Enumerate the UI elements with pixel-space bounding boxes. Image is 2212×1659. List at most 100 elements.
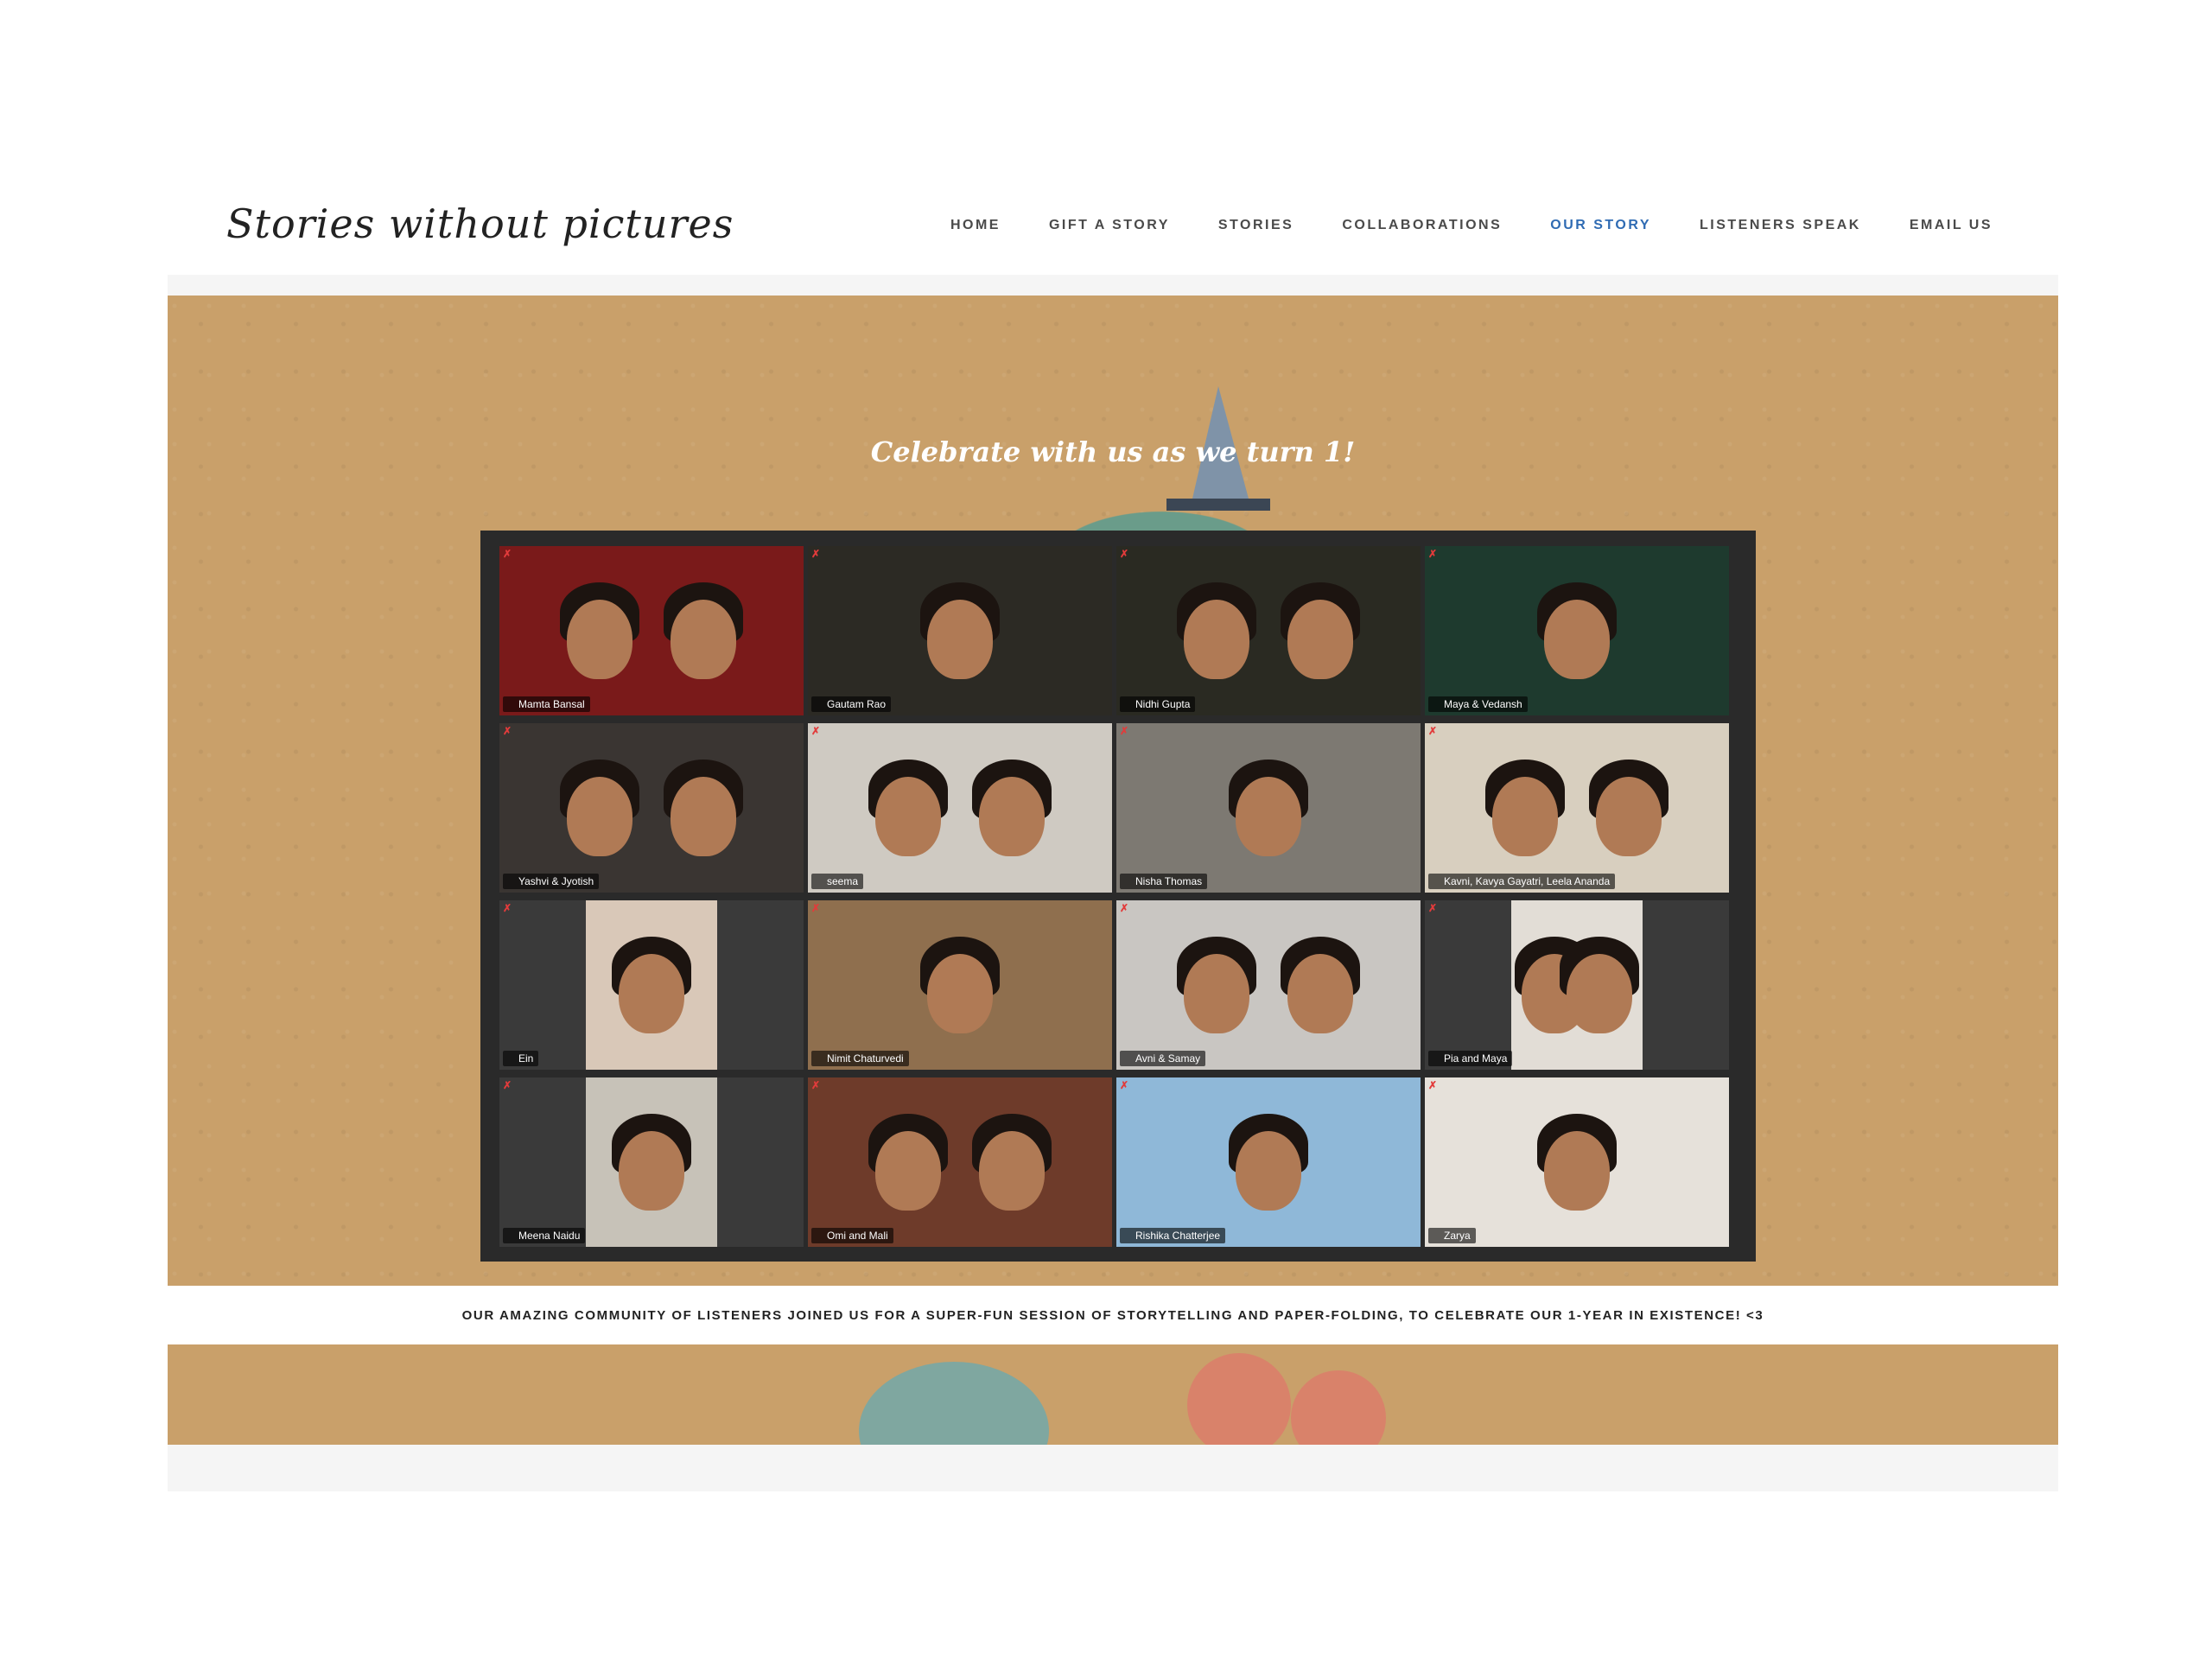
person-face [1184,954,1250,1033]
decorative-blob [859,1362,1049,1445]
participant-tile: Gautam Rao ✗ [808,546,1112,715]
participant-video [808,546,1112,715]
participant-tile: Omi and Mali ✗ [808,1077,1112,1247]
main-nav: HOME GIFT A STORY STORIES COLLABORATIONS… [902,218,1993,233]
participant-name: Nidhi Gupta [1120,696,1196,712]
participant-name: seema [811,874,864,889]
person-face [1544,1131,1610,1211]
person-face [1236,777,1301,856]
participant-tile: Pia and Maya ✗ [1425,900,1729,1070]
participant-video [1511,900,1643,1070]
mic-muted-icon: ✗ [811,548,821,560]
decorative-blob [1291,1370,1386,1445]
participant-tile: Rishika Chatterjee ✗ [1116,1077,1421,1247]
mic-muted-icon: ✗ [1428,902,1438,914]
participant-grid: Mamta Bansal ✗ Gautam Rao ✗ Nidhi Gupta ✗ Maya… [499,546,1740,1248]
mic-muted-icon: ✗ [1428,725,1438,737]
participant-video [499,546,804,715]
person-face [1184,600,1250,679]
participant-tile: Nidhi Gupta ✗ [1116,546,1421,715]
person-face [927,600,993,679]
mic-muted-icon: ✗ [1120,725,1129,737]
participant-tile: seema ✗ [808,723,1112,893]
participant-tile: Zarya ✗ [1425,1077,1729,1247]
participant-name: Pia and Maya [1428,1051,1513,1066]
person-face [1287,954,1353,1033]
mic-muted-icon: ✗ [503,725,512,737]
mic-muted-icon: ✗ [1120,1079,1129,1091]
nav-email-us[interactable]: EMAIL US [1910,218,1993,233]
nav-home[interactable]: HOME [950,218,1001,233]
hero-banner: Celebrate with us as we turn 1! Mamta Ba… [168,296,2058,1286]
participant-tile: Maya & Vedansh ✗ [1425,546,1729,715]
nav-collaborations[interactable]: COLLABORATIONS [1342,218,1502,233]
participant-name: Mamta Bansal [503,696,590,712]
participant-name: Avni & Samay [1120,1051,1206,1066]
participant-tile: Avni & Samay ✗ [1116,900,1421,1070]
participant-video [586,1077,717,1247]
nav-gift-a-story[interactable]: GIFT A STORY [1049,218,1170,233]
mic-muted-icon: ✗ [811,902,821,914]
participant-video [1425,723,1729,893]
person-face [1287,600,1353,679]
person-face [619,1131,684,1211]
person-face [978,1131,1045,1211]
person-face [875,1131,942,1211]
participant-name: Maya & Vedansh [1428,696,1528,712]
participant-video [1116,723,1421,893]
participant-video [1425,1077,1729,1247]
participant-video [808,723,1112,893]
participant-name: Omi and Mali [811,1228,893,1243]
participant-name: Zarya [1428,1228,1476,1243]
participant-video [808,900,1112,1070]
participant-name: Kavni, Kavya Gayatri, Leela Ananda [1428,874,1616,889]
participant-name: Nimit Chaturvedi [811,1051,909,1066]
hero-headline: Celebrate with us as we turn 1! [870,435,1356,468]
person-face [875,777,942,856]
nav-stories[interactable]: STORIES [1218,218,1294,233]
mic-muted-icon: ✗ [1120,902,1129,914]
nav-our-story[interactable]: OUR STORY [1550,218,1651,233]
mic-muted-icon: ✗ [811,725,821,737]
person-face [927,954,993,1033]
participant-video [1425,546,1729,715]
nav-listeners-speak[interactable]: LISTENERS SPEAK [1700,218,1861,233]
person-face [670,777,736,856]
participant-name: Yashvi & Jyotish [503,874,600,889]
site-header: Stories without pictures HOME GIFT A STO… [0,0,2212,276]
image-caption: OUR AMAZING COMMUNITY OF LISTENERS JOINE… [461,1307,1764,1323]
mic-muted-icon: ✗ [503,902,512,914]
person-face [670,600,736,679]
mic-muted-icon: ✗ [1428,548,1438,560]
participant-tile: Nimit Chaturvedi ✗ [808,900,1112,1070]
participant-video [1116,900,1421,1070]
participant-name: Meena Naidu [503,1228,586,1243]
person-face [619,954,684,1033]
decorative-blob [1187,1353,1291,1445]
person-face [1595,777,1662,856]
video-call-screenshot: Mamta Bansal ✗ Gautam Rao ✗ Nidhi Gupta ✗ Maya… [480,531,1756,1262]
participant-video [586,900,717,1070]
participant-tile: Mamta Bansal ✗ [499,546,804,715]
participant-video [1116,1077,1421,1247]
participant-tile: Meena Naidu ✗ [499,1077,804,1247]
person-face [1566,954,1632,1033]
mic-muted-icon: ✗ [1428,1079,1438,1091]
participant-name: Ein [503,1051,539,1066]
person-face [1236,1131,1301,1211]
hero-bottom-strip [168,1344,2058,1445]
mic-muted-icon: ✗ [811,1079,821,1091]
person-face [1492,777,1559,856]
participant-tile: Yashvi & Jyotish ✗ [499,723,804,893]
participant-name: Gautam Rao [811,696,892,712]
participant-tile: Nisha Thomas ✗ [1116,723,1421,893]
caption-bar: OUR AMAZING COMMUNITY OF LISTENERS JOINE… [168,1286,2058,1344]
participant-video [808,1077,1112,1247]
participant-name: Nisha Thomas [1120,874,1208,889]
mic-muted-icon: ✗ [503,548,512,560]
person-face [567,777,633,856]
site-logo[interactable]: Stories without pictures [226,200,734,247]
mic-muted-icon: ✗ [1120,548,1129,560]
participant-video [1116,546,1421,715]
person-face [1544,600,1610,679]
